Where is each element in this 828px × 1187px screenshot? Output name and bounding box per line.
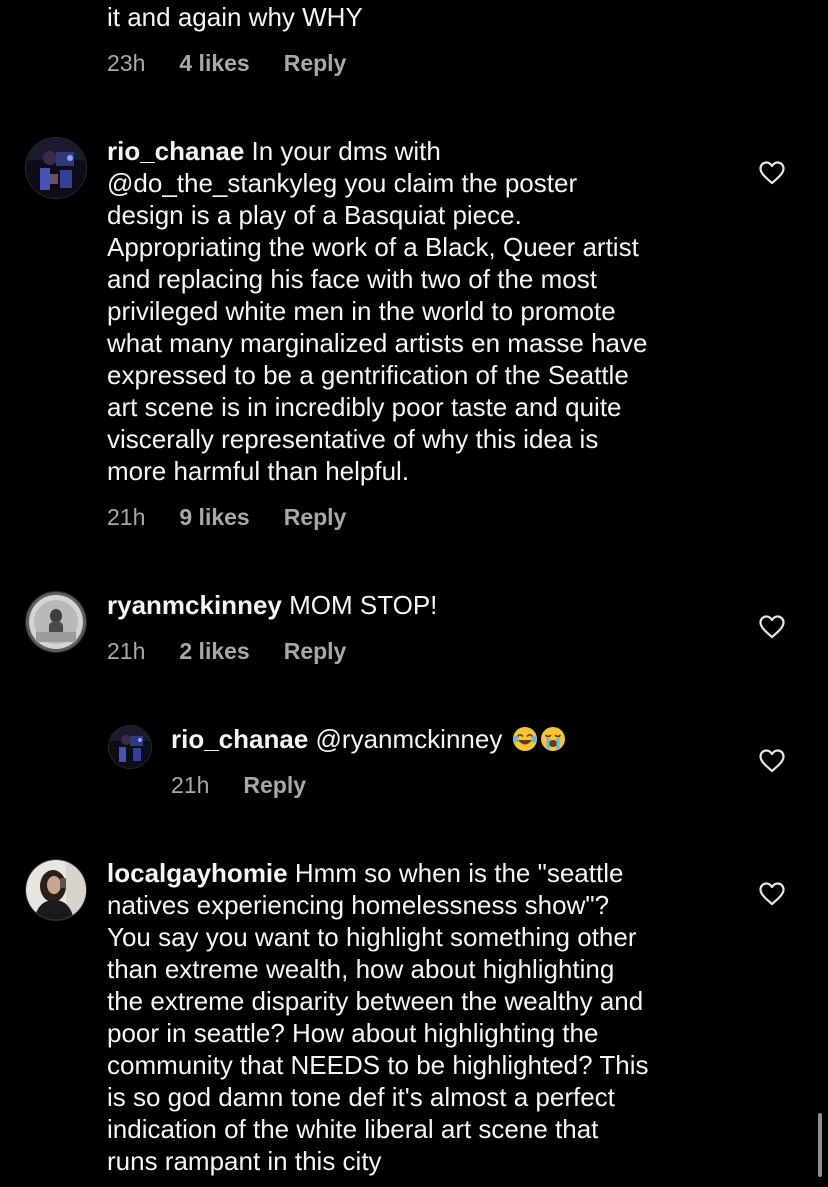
comment-likes-count[interactable]: 4 likes (179, 48, 249, 78)
comment-likes-count[interactable]: 9 likes (179, 502, 249, 532)
avatar-image (109, 726, 151, 768)
comment-username[interactable]: localgayhomie (107, 858, 288, 888)
reply-button[interactable]: Reply (284, 636, 347, 666)
comment-meta: 21h Reply (171, 770, 306, 800)
avatar-image (26, 860, 86, 920)
scrollbar[interactable] (818, 1113, 822, 1177)
avatar[interactable] (25, 859, 87, 921)
like-button[interactable] (759, 161, 785, 185)
laughing-emoji (512, 726, 538, 752)
comment-text: localgayhomie Hmm so when is the "seattl… (107, 858, 649, 1176)
avatar-image (26, 592, 86, 652)
like-button[interactable] (759, 749, 785, 773)
reply-button[interactable]: Reply (284, 48, 347, 78)
comment-text: it and again why WHY (107, 2, 363, 32)
crying-emoji (540, 726, 566, 752)
heart-outline-icon (759, 749, 785, 773)
heart-outline-icon (759, 161, 785, 185)
comment-text: ryanmckinney MOM STOP! (107, 590, 438, 620)
comment-timestamp: 21h (107, 638, 146, 664)
comment-username[interactable]: ryanmckinney (107, 590, 282, 620)
avatar[interactable] (25, 137, 87, 199)
comment-meta: 21h 9 likes Reply (107, 502, 346, 532)
comment-likes-count[interactable]: 2 likes (179, 636, 249, 666)
like-button[interactable] (759, 615, 785, 639)
avatar[interactable] (25, 591, 87, 653)
comment-text: rio_chanae In your dms with @do_the_stan… (107, 136, 648, 486)
comment-meta: 21h 2 likes Reply (107, 636, 346, 666)
heart-outline-icon (759, 882, 785, 906)
comment-timestamp: 23h (107, 50, 146, 76)
user-mention[interactable]: @do_the_stankyleg (107, 168, 337, 198)
reply-button[interactable]: Reply (243, 770, 306, 800)
comment-username[interactable]: rio_chanae (171, 724, 308, 754)
avatar[interactable] (108, 725, 152, 769)
reply-text: rio_chanae @ryanmckinney (171, 723, 566, 755)
heart-outline-icon (759, 615, 785, 639)
comment-meta: 23h 4 likes Reply (107, 48, 346, 78)
reply-button[interactable]: Reply (284, 502, 347, 532)
like-button[interactable] (759, 882, 785, 906)
comment-username[interactable]: rio_chanae (107, 136, 244, 166)
comment-timestamp: 21h (171, 772, 210, 798)
user-mention[interactable]: @ryanmckinney (316, 724, 503, 754)
comment-timestamp: 21h (107, 504, 146, 530)
avatar-image (26, 138, 86, 198)
